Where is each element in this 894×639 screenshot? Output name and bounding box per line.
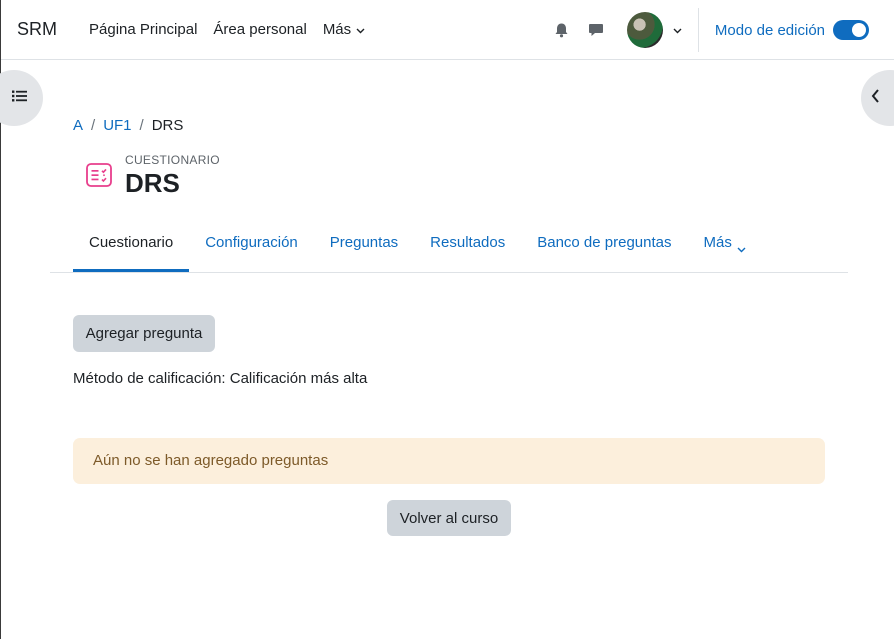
activity-type-label: CUESTIONARIO — [125, 153, 220, 167]
edit-mode-switch[interactable]: Modo de edición — [699, 20, 894, 40]
chevron-down-icon — [356, 21, 365, 38]
list-icon — [11, 89, 27, 107]
breadcrumb-section-link[interactable]: UF1 — [103, 117, 131, 134]
tab-more[interactable]: Más — [688, 218, 762, 272]
breadcrumb-course-link[interactable]: A — [73, 117, 83, 134]
grading-method-text: Método de calificación: Calificación más… — [73, 370, 368, 387]
breadcrumb-separator: / — [139, 117, 144, 134]
navbar-right-section: Modo de edición — [545, 0, 894, 60]
tab-more-label: Más — [703, 234, 732, 251]
breadcrumb-separator: / — [91, 117, 96, 134]
back-to-course-button[interactable]: Volver al curso — [387, 500, 511, 536]
chevron-left-icon — [871, 88, 880, 108]
nav-more-label: Más — [322, 21, 352, 38]
breadcrumb-current: DRS — [151, 117, 184, 134]
no-questions-alert: Aún no se han agregado preguntas — [73, 438, 825, 484]
tab-results[interactable]: Resultados — [414, 218, 521, 272]
nav-home-link[interactable]: Página Principal — [89, 21, 197, 38]
user-menu-chevron-down-icon[interactable] — [673, 21, 682, 39]
open-block-drawer-button[interactable] — [861, 70, 894, 126]
edit-mode-label: Modo de edición — [714, 21, 825, 39]
breadcrumb: A / UF1 / DRS — [73, 117, 183, 134]
user-avatar[interactable] — [626, 12, 663, 48]
tab-settings[interactable]: Configuración — [189, 218, 314, 272]
nav-dashboard-link[interactable]: Área personal — [213, 21, 306, 38]
nav-more-menu[interactable]: Más — [323, 21, 365, 38]
chevron-down-icon — [737, 240, 746, 257]
open-course-index-button[interactable] — [0, 70, 43, 126]
quiz-activity-icon — [85, 162, 113, 190]
page-title: DRS — [125, 168, 180, 198]
add-question-button[interactable]: Agregar pregunta — [73, 315, 215, 352]
edit-mode-toggle[interactable] — [833, 20, 869, 40]
messages-chat-icon[interactable] — [579, 13, 613, 47]
tab-questions[interactable]: Preguntas — [314, 218, 414, 272]
site-brand[interactable]: SRM — [17, 19, 57, 40]
secondary-navigation-tabs: Cuestionario Configuración Preguntas Res… — [50, 218, 848, 273]
tab-question-bank[interactable]: Banco de preguntas — [521, 218, 687, 272]
top-navbar: SRM Página Principal Área personal Más M… — [1, 0, 894, 60]
tab-quiz[interactable]: Cuestionario — [73, 218, 190, 272]
notifications-bell-icon[interactable] — [545, 13, 579, 47]
primary-navigation: Página Principal Área personal Más — [89, 21, 381, 38]
